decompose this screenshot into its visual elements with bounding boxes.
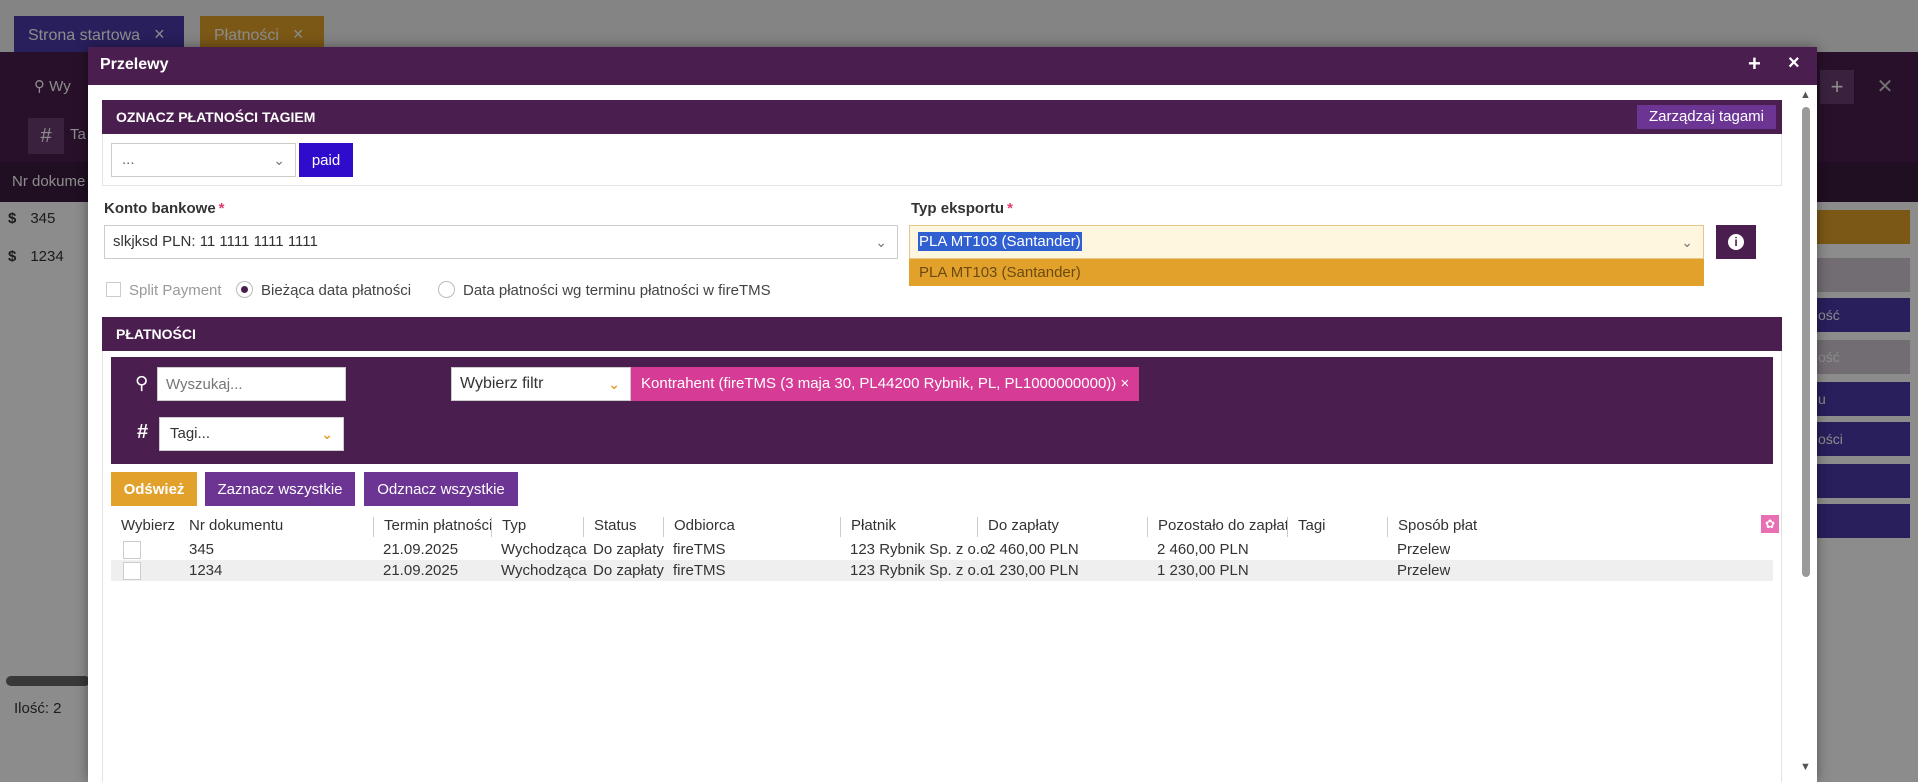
column-header[interactable]: Sposób płat (1387, 517, 1481, 537)
cell-do-zaplaty: 1 230,00 PLN (987, 562, 1079, 579)
current-date-radio[interactable]: Bieżąca data płatności (236, 280, 411, 302)
cell-termin: 21.09.2025 (383, 541, 459, 558)
tag-select-value: ... (122, 151, 135, 168)
bank-account-label-text: Konto bankowe (104, 200, 216, 217)
bank-account-label: Konto bankowe * (104, 200, 225, 217)
modal-expand-button[interactable]: + (1748, 51, 1761, 77)
refresh-button[interactable]: Odśwież (111, 472, 197, 506)
column-header[interactable]: Pozostało do zapłaty (1147, 517, 1287, 537)
modal-close-button[interactable]: × (1788, 52, 1800, 75)
select-all-button[interactable]: Zaznacz wszystkie (205, 472, 355, 506)
info-icon: i (1728, 234, 1744, 250)
export-type-label: Typ eksportu * (911, 200, 1013, 217)
checkbox-icon[interactable] (106, 282, 121, 297)
cell-pozostalo: 2 460,00 PLN (1157, 541, 1249, 558)
column-header[interactable]: Status (583, 517, 663, 537)
cell-nr: 345 (189, 541, 215, 558)
column-header[interactable]: Termin płatności (373, 517, 491, 537)
export-type-value: PLA MT103 (Santander) (918, 232, 1082, 251)
scroll-up-icon[interactable]: ▲ (1800, 89, 1811, 101)
chevron-down-icon: ⌄ (321, 426, 333, 442)
bank-account-select[interactable]: slkjksd PLN: 11 1111 1111 1111 ⌄ (104, 225, 898, 259)
scroll-down-icon[interactable]: ▼ (1800, 761, 1811, 773)
bank-account-value: slkjksd PLN: 11 1111 1111 1111 (113, 233, 318, 250)
column-header[interactable]: Nr dokumentu (179, 517, 371, 537)
split-payment-label: Split Payment (129, 282, 222, 299)
search-icon: ⚲ (135, 373, 149, 393)
payments-section-body: ⚲ Wybierz filtr ⌄ Kontrahent (fireTMS (3… (102, 351, 1782, 782)
tag-section-body: ... ⌄ paid (102, 134, 1782, 186)
cell-do-zaplaty: 2 460,00 PLN (987, 541, 1079, 558)
cell-termin: 21.09.2025 (383, 562, 459, 579)
term-date-radio[interactable]: Data płatności wg terminu płatności w fi… (438, 280, 771, 302)
modal-vertical-scrollbar[interactable]: ▲ ▼ (1798, 89, 1814, 782)
hash-icon: # (137, 421, 149, 443)
payments-section-title: PŁATNOŚCI (116, 326, 196, 342)
column-header[interactable]: Tagi (1287, 517, 1387, 537)
unselect-all-button[interactable]: Odznacz wszystkie (364, 472, 518, 506)
search-input[interactable] (157, 367, 346, 401)
radio-icon[interactable] (438, 281, 455, 298)
info-button[interactable]: i (1716, 225, 1756, 259)
transfers-modal: Przelewy + × ▲ ▼ OZNACZ PŁATNOŚCI TAGIEM… (88, 47, 1817, 782)
tag-section-title: OZNACZ PŁATNOŚCI TAGIEM (116, 109, 316, 125)
column-header[interactable]: Odbiorca (663, 517, 839, 537)
settings-icon[interactable]: ✿ (1761, 515, 1779, 533)
scrollbar-thumb[interactable] (1802, 107, 1810, 577)
cell-odbiorca: fireTMS (673, 541, 726, 558)
filter-panel: ⚲ Wybierz filtr ⌄ Kontrahent (fireTMS (3… (111, 357, 1773, 464)
cell-sposob: Przelew (1397, 541, 1451, 558)
column-header[interactable]: Typ (491, 517, 581, 537)
term-date-label: Data płatności wg terminu płatności w fi… (463, 282, 771, 299)
column-header[interactable]: Wybierz (111, 517, 189, 537)
filter-select[interactable]: Wybierz filtr ⌄ (451, 367, 631, 401)
cell-sposob: Przelew (1397, 562, 1451, 579)
cell-status: Do zapłaty (593, 541, 664, 558)
payments-section-header: PŁATNOŚCI (102, 317, 1782, 351)
tags-select-value: Tagi... (170, 425, 211, 442)
chevron-down-icon: ⌄ (875, 234, 887, 250)
tags-select[interactable]: Tagi... ⌄ (159, 417, 344, 451)
modal-header: Przelewy + × (88, 47, 1817, 85)
export-type-label-text: Typ eksportu (911, 200, 1005, 217)
column-header[interactable]: Do zapłaty (977, 517, 1147, 537)
chevron-down-icon: ⌄ (273, 152, 285, 168)
radio-selected-icon[interactable] (236, 281, 253, 298)
tag-section-header: OZNACZ PŁATNOŚCI TAGIEM Zarządzaj tagami (102, 100, 1782, 134)
chevron-down-icon: ⌄ (608, 376, 620, 392)
filter-select-value: Wybierz filtr (460, 375, 544, 392)
split-payment-checkbox[interactable]: Split Payment (106, 280, 222, 302)
cell-odbiorca: fireTMS (673, 562, 726, 579)
table-row[interactable]: 345 21.09.2025 Wychodząca Do zapłaty fir… (111, 539, 1773, 560)
manage-tags-button[interactable]: Zarządzaj tagami (1636, 105, 1776, 129)
table-header: Wybierz Nr dokumentu Termin płatności Ty… (111, 511, 1779, 539)
column-header[interactable]: Płatnik (840, 517, 976, 537)
counterparty-filter-chip[interactable]: Kontrahent (fireTMS (3 maja 30, PL44200 … (631, 367, 1140, 401)
chevron-down-icon: ⌄ (1681, 234, 1693, 250)
cell-pozostalo: 1 230,00 PLN (1157, 562, 1249, 579)
cell-typ: Wychodząca (501, 541, 587, 558)
cell-nr: 1234 (189, 562, 223, 579)
required-mark: * (1007, 200, 1013, 217)
paid-tag-button[interactable]: paid (299, 143, 353, 177)
table-row[interactable]: 1234 21.09.2025 Wychodząca Do zapłaty fi… (111, 560, 1773, 581)
row-checkbox[interactable] (123, 562, 141, 580)
export-type-option[interactable]: PLA MT103 (Santander) (909, 259, 1704, 286)
cell-platnik: 123 Rybnik Sp. z o.o. (850, 541, 993, 558)
export-type-select[interactable]: PLA MT103 (Santander) ⌄ (909, 225, 1704, 259)
required-mark: * (218, 200, 225, 217)
cell-status: Do zapłaty (593, 562, 664, 579)
cell-typ: Wychodząca (501, 562, 587, 579)
modal-title: Przelewy (100, 56, 169, 73)
tag-select[interactable]: ... ⌄ (111, 143, 296, 177)
row-checkbox[interactable] (123, 541, 141, 559)
current-date-label: Bieżąca data płatności (261, 282, 412, 299)
cell-platnik: 123 Rybnik Sp. z o.o. (850, 562, 993, 579)
